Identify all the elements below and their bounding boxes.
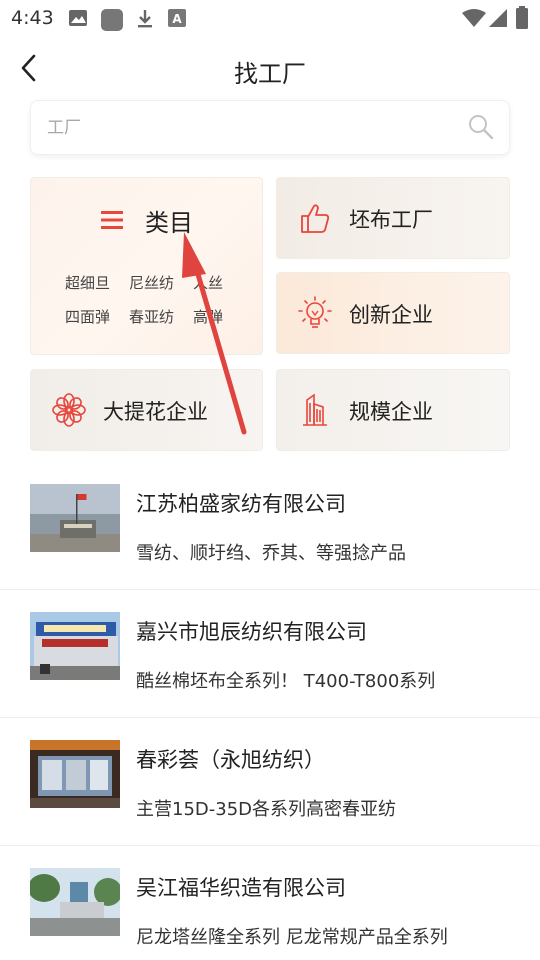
category-label: 大提花企业 — [103, 400, 208, 424]
company-name: 春彩荟（永旭纺织） — [136, 748, 325, 772]
battery-icon — [516, 6, 528, 29]
category-label: 规模企业 — [349, 400, 433, 424]
category-tag[interactable]: 春亚纺 — [129, 306, 174, 327]
search-input[interactable] — [47, 113, 447, 143]
category-label: 创新企业 — [349, 303, 433, 327]
signal-icon — [489, 9, 507, 27]
category-tag[interactable]: 高弹 — [193, 306, 223, 327]
app-square-icon — [101, 9, 123, 31]
category-card-scale[interactable]: 规模企业 — [276, 369, 510, 451]
font-a-icon: A — [168, 9, 186, 27]
company-list-item[interactable]: 嘉兴市旭辰纺织有限公司 酷丝棉坯布全系列！ T400-T800系列 — [0, 590, 540, 718]
company-thumbnail — [30, 740, 120, 808]
category-card-main[interactable]: 类目 超细旦 尼丝纺 人丝 四面弹 春亚纺 高弹 — [30, 177, 263, 355]
wifi-icon — [462, 9, 486, 27]
company-thumbnail — [30, 612, 120, 680]
category-main-title: 类目 — [145, 209, 193, 237]
company-description: 主营15D-35D各系列高密春亚纺 — [136, 799, 397, 820]
company-description: 雪纺、顺圩绉、乔其、等强捻产品 — [136, 543, 406, 564]
company-description: 酷丝棉坯布全系列！ T400-T800系列 — [136, 671, 436, 692]
category-card-innovation[interactable]: 创新企业 — [276, 272, 510, 354]
category-tag[interactable]: 尼丝纺 — [129, 272, 174, 293]
search-box[interactable] — [30, 100, 510, 155]
company-list-item[interactable]: 江苏柏盛家纺有限公司 雪纺、顺圩绉、乔其、等强捻产品 — [0, 462, 540, 590]
lightbulb-icon — [298, 296, 332, 328]
thumbs-up-icon — [301, 204, 330, 233]
category-tag[interactable]: 人丝 — [193, 272, 223, 293]
company-name: 江苏柏盛家纺有限公司 — [136, 492, 346, 516]
company-description: 尼龙塔丝隆全系列 尼龙常规产品全系列 — [136, 927, 448, 948]
company-name: 嘉兴市旭辰纺织有限公司 — [136, 620, 367, 644]
category-card-jacquard[interactable]: 大提花企业 — [30, 369, 263, 451]
image-icon — [69, 10, 87, 26]
search-icon[interactable] — [467, 113, 495, 141]
category-card-grey-fabric[interactable]: 坯布工厂 — [276, 177, 510, 259]
category-tag[interactable]: 超细旦 — [65, 272, 110, 293]
building-icon — [303, 393, 327, 426]
company-thumbnail — [30, 484, 120, 552]
svg-text:A: A — [172, 12, 182, 26]
page-title: 找工厂 — [234, 60, 306, 88]
company-list-item[interactable]: 春彩荟（永旭纺织） 主营15D-35D各系列高密春亚纺 — [0, 718, 540, 846]
company-thumbnail — [30, 868, 120, 936]
status-bar: 4:43 A — [0, 0, 540, 36]
download-icon — [138, 10, 152, 28]
status-time: 4:43 — [11, 7, 54, 29]
flower-icon — [52, 393, 86, 427]
category-main-header: 类目 — [31, 200, 264, 240]
category-label: 坯布工厂 — [349, 208, 433, 232]
menu-icon — [101, 211, 123, 229]
header: 找工厂 — [0, 44, 540, 96]
category-tag[interactable]: 四面弹 — [65, 306, 110, 327]
company-list-item[interactable]: 吴江福华织造有限公司 尼龙塔丝隆全系列 尼龙常规产品全系列 — [0, 846, 540, 960]
company-name: 吴江福华织造有限公司 — [136, 876, 346, 900]
